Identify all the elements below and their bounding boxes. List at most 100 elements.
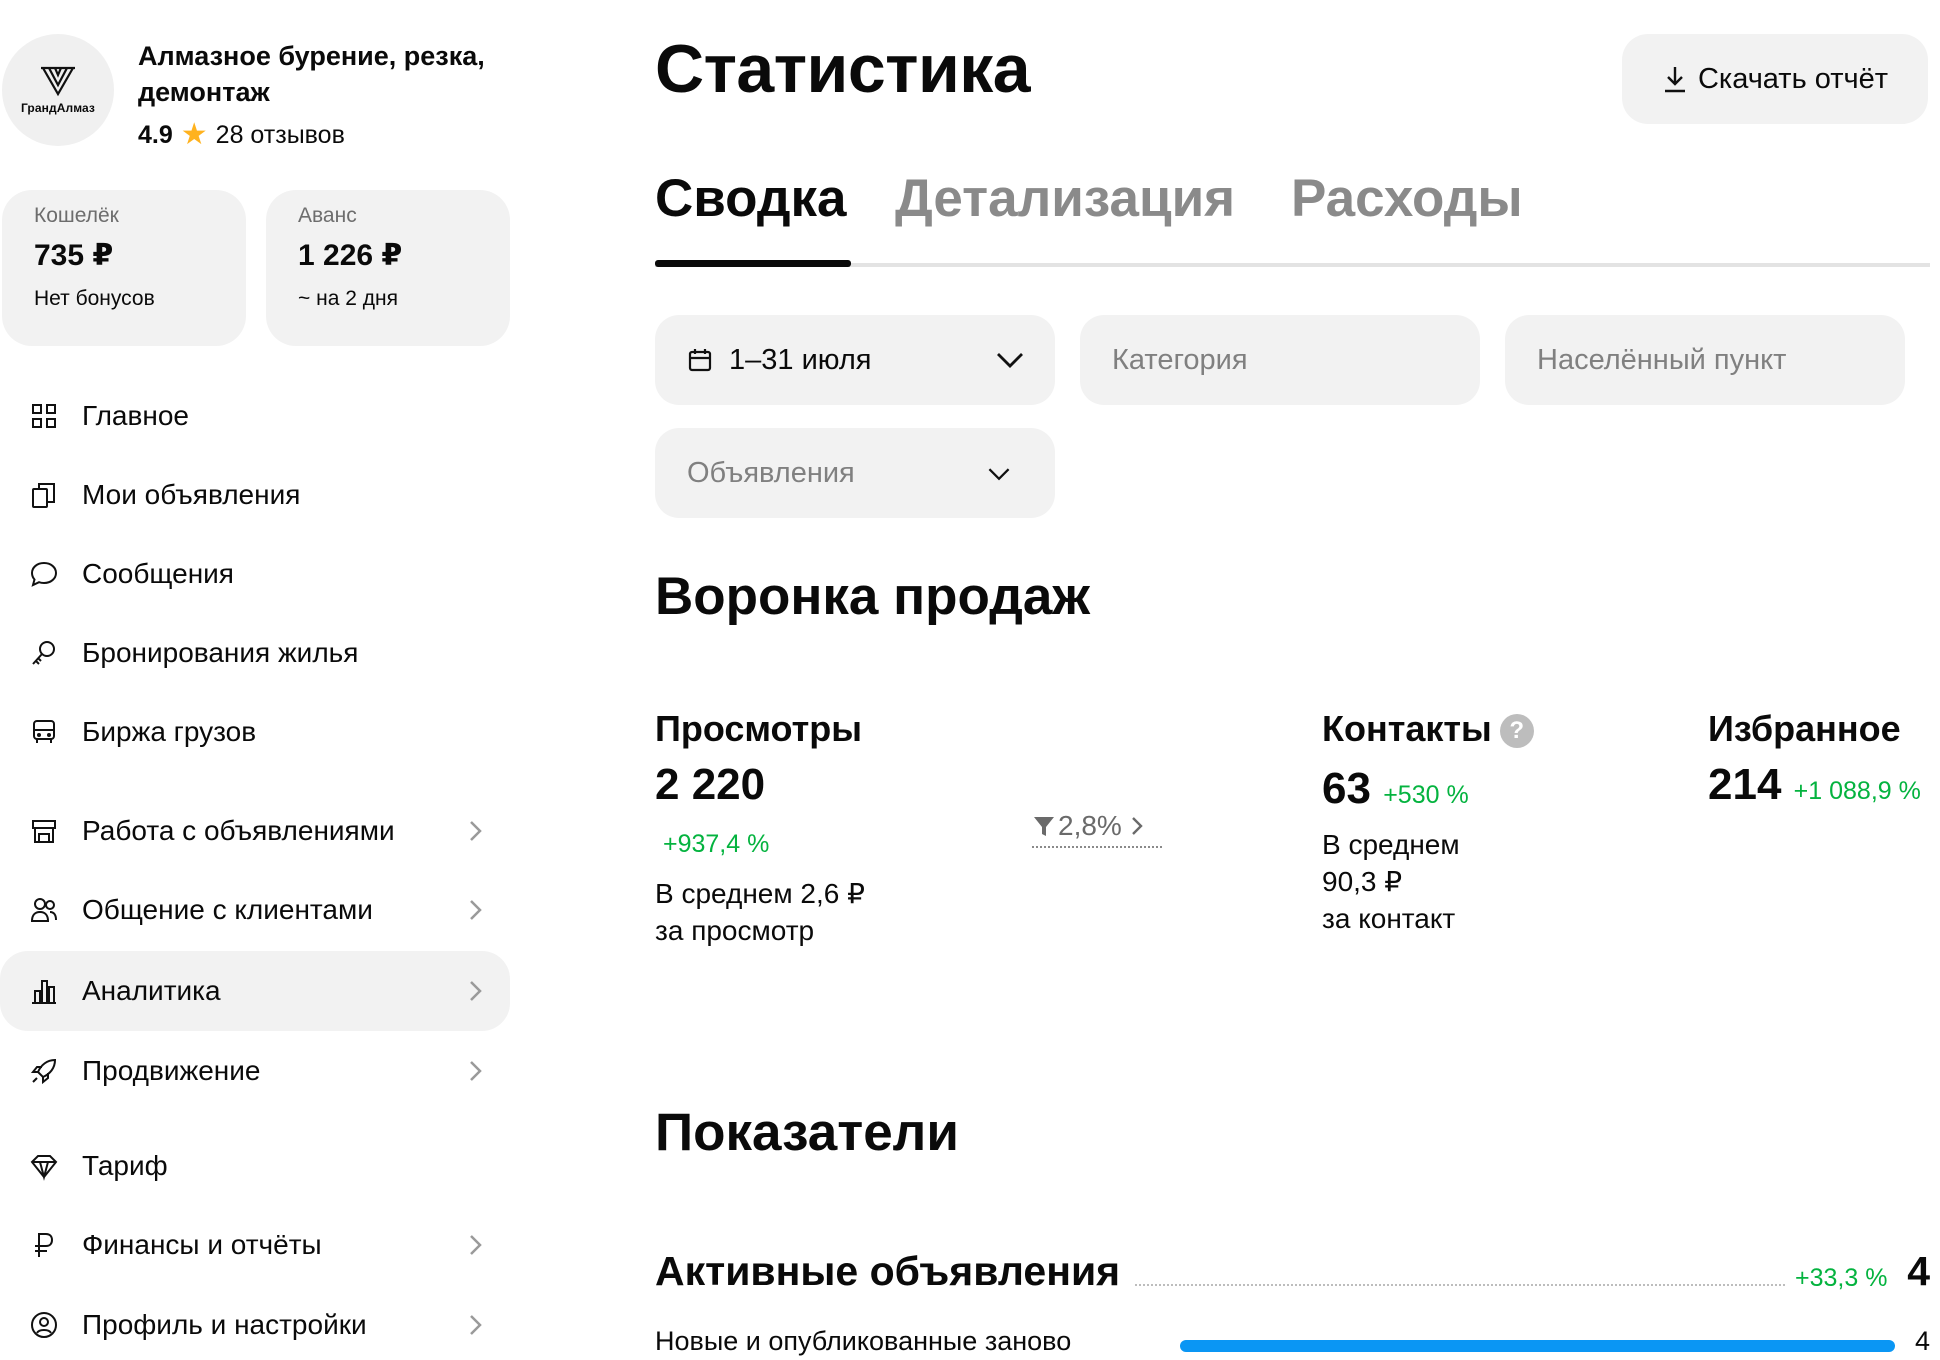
category-placeholder: Категория [1112,343,1248,376]
views-title: Просмотры [655,708,863,749]
sidebar-item-label: Продвижение [82,1055,261,1086]
locality-field[interactable]: Населённый пункт [1505,315,1905,405]
contacts-value: 63 [1322,764,1371,813]
sidebar-item-label: Бронирования жилья [82,637,359,668]
sidebar-item-finance[interactable]: Финансы и отчёты [0,1205,510,1285]
chevron-right-icon [462,977,488,1005]
logo-mark-icon [41,66,75,97]
favorites-value: 214 [1708,760,1782,809]
wallet-amount: 735 ₽ [34,239,114,272]
contacts-delta: +530 % [1383,781,1469,809]
chat-icon [28,558,60,590]
sidebar-item-main[interactable]: Главное [0,376,510,456]
views-note-line: за просмотр [655,915,815,946]
active-ads-value: 4 [1907,1248,1930,1294]
advance-label: Аванс [298,204,357,227]
sidebar-item-label: Тариф [82,1150,168,1181]
users-icon [28,894,60,926]
advance-amount: 1 226 ₽ [298,239,403,272]
active-ads-delta: +33,3 % [1795,1264,1888,1292]
tab-summary[interactable]: Сводка [655,168,846,229]
sidebar-item-label: Сообщения [82,558,234,589]
logo-text: ГрандАлмаз [20,101,95,115]
wallet-note: Нет бонусов [34,287,155,310]
download-report-button[interactable]: Скачать отчёт [1622,34,1928,124]
tab-expenses[interactable]: Расходы [1291,168,1523,229]
key-icon [28,637,60,669]
sidebar-item-messages[interactable]: Сообщения [0,534,510,614]
chart-icon [28,975,60,1007]
active-ads-label: Активные объявления [655,1248,1127,1295]
contacts-note-line: В среднем [1322,829,1460,860]
sidebar-item-analytics[interactable]: Аналитика [0,951,510,1031]
views-value: 2 220 [655,760,766,809]
sidebar-item-bookings[interactable]: Бронирования жилья [0,613,510,693]
chevron-down-icon [985,461,1019,491]
period-value: 1–31 июля [729,343,872,376]
advance-note: ~ на 2 дня [298,287,398,310]
contacts-title: Контакты? [1322,708,1534,750]
profile-icon [28,1309,60,1341]
new-ads-row[interactable]: Новые и опубликованные заново 4 [655,1322,1930,1360]
favorites-value-row: 214 +1 088,9 % [1708,760,1921,810]
sidebar-item-cargo[interactable]: Биржа грузов [0,692,510,772]
truck-icon [28,716,60,748]
views-delta: +937,4 % [663,830,770,858]
page-title: Статистика [655,31,1031,107]
contacts-note: В среднем 90,3 ₽ за контакт [1322,826,1460,937]
chevron-right-icon [1131,817,1143,835]
calendar-icon [688,349,712,372]
sidebar-item-promotion[interactable]: Продвижение [0,1031,510,1111]
chevron-right-icon [462,896,488,924]
rating-value: 4.9 [138,120,173,149]
rocket-icon [28,1055,60,1087]
ads-select[interactable]: Объявления [655,428,1055,518]
indicators-title: Показатели [655,1103,959,1162]
sidebar-item-label: Работа с объявлениями [82,815,395,846]
sidebar-item-tariff[interactable]: Тариф [0,1126,510,1206]
conversion-link[interactable]: 2,8% [1032,810,1162,848]
funnel-icon [1034,817,1054,836]
help-icon[interactable]: ? [1499,714,1534,749]
advance-card[interactable]: Аванс 1 226 ₽ ~ на 2 дня [266,190,510,346]
store-icon [28,815,60,847]
sidebar-item-label: Профиль и настройки [82,1309,367,1340]
active-ads-row[interactable]: Активные объявления +33,3 % 4 [655,1240,1930,1300]
diamond-icon [28,1150,60,1182]
sidebar-item-label: Финансы и отчёты [82,1229,322,1260]
contacts-value-row: 63 +530 % [1322,764,1469,814]
chevron-right-icon [462,1057,488,1085]
chevron-right-icon [462,817,488,845]
new-ads-label: Новые и опубликованные заново [655,1326,1072,1356]
ads-placeholder: Объявления [687,456,855,489]
sidebar-item-label: Биржа грузов [82,716,257,747]
views-note: В среднем 2,6 ₽ за просмотр [655,875,865,949]
company-name[interactable]: Алмазное бурение, резка, демонтаж [138,38,518,110]
star-icon: ★ [180,118,208,151]
new-ads-bar [1180,1340,1895,1352]
locality-placeholder: Населённый пункт [1537,343,1787,376]
chevron-right-icon [462,1231,488,1259]
tab-details[interactable]: Детализация [895,168,1235,229]
sidebar-item-clients[interactable]: Общение с клиентами [0,870,510,950]
period-select[interactable]: 1–31 июля [655,315,1055,405]
grid-icon [28,400,60,432]
new-ads-value: 4 [1914,1326,1930,1356]
views-note-line: В среднем 2,6 ₽ [655,878,865,909]
dotted-leader [1135,1284,1785,1286]
contacts-title-text: Контакты [1322,708,1492,749]
active-tab-indicator [655,260,851,267]
sidebar-item-my-ads[interactable]: Мои объявления [0,455,510,535]
rating-row[interactable]: 4.9 ★ 28 отзывов [138,120,345,150]
category-field[interactable]: Категория [1080,315,1480,405]
sidebar-item-label: Мои объявления [82,479,301,510]
profile-header: ГрандАлмаз Алмазное бурение, резка, демо… [0,34,515,154]
wallet-card[interactable]: Кошелёк 735 ₽ Нет бонусов [2,190,246,346]
funnel-title: Воронка продаж [655,567,1090,626]
download-report-label: Скачать отчёт [1697,62,1889,95]
reviews-count: 28 отзывов [215,120,345,149]
sidebar-item-label: Общение с клиентами [82,894,373,925]
company-logo[interactable]: ГрандАлмаз [2,34,114,146]
sidebar-item-profile[interactable]: Профиль и настройки [0,1285,510,1360]
sidebar-item-ads-work[interactable]: Работа с объявлениями [0,791,510,871]
